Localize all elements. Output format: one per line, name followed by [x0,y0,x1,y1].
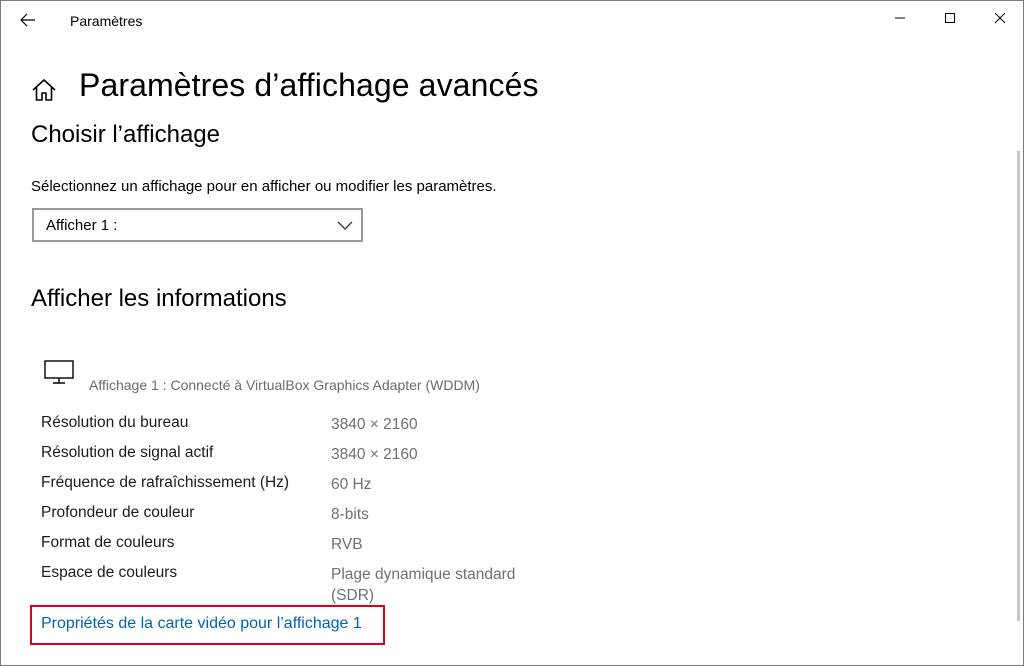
info-label: Format de couleurs [41,534,175,551]
info-row-bit-depth: Profondeur de couleur 8-bits [41,502,581,532]
info-value: 3840 × 2160 [331,416,418,433]
display-info-heading: Afficher les informations [31,285,287,312]
info-label: Fréquence de rafraîchissement (Hz) [41,474,290,491]
home-icon[interactable] [31,77,57,103]
adapter-connection-text: Affichage 1 : Connecté à VirtualBox Grap… [89,377,480,393]
close-button[interactable] [977,1,1023,35]
display-select-value: Afficher 1 : [46,217,118,234]
info-label: Résolution de signal actif [41,444,214,461]
info-row-color-format: Format de couleurs RVB [41,532,581,562]
title-bar: Paramètres [1,1,1023,39]
info-label: Espace de couleurs [41,564,178,581]
chevron-down-icon [337,221,353,230]
adapter-properties-link[interactable]: Propriétés de la carte vidéo pour l’affi… [41,615,362,633]
scrollbar[interactable] [1017,151,1020,621]
info-value: 8-bits [331,506,369,523]
settings-window: Paramètres Paramètres d’affichage avancé… [0,0,1024,666]
minimize-button[interactable] [877,1,923,35]
display-info-table: Résolution du bureau 3840 × 2160 Résolut… [41,412,581,606]
info-value: RVB [331,536,363,553]
display-select[interactable]: Afficher 1 : [32,208,363,242]
info-row-desktop-resolution: Résolution du bureau 3840 × 2160 [41,412,581,442]
maximize-button[interactable] [927,1,973,35]
back-button[interactable] [9,5,47,35]
minimize-icon [895,17,905,19]
maximize-icon [945,13,955,23]
app-title: Paramètres [70,13,143,29]
info-label: Résolution du bureau [41,414,189,431]
info-label: Profondeur de couleur [41,504,195,521]
info-row-refresh-rate: Fréquence de rafraîchissement (Hz) 60 Hz [41,472,581,502]
close-icon [994,12,1006,24]
info-value: 60 Hz [331,476,372,493]
info-row-active-signal-resolution: Résolution de signal actif 3840 × 2160 [41,442,581,472]
info-value: Plage dynamique standard (SDR) [331,566,516,604]
back-arrow-icon [20,13,35,27]
monitor-icon [44,360,74,384]
choose-display-heading: Choisir l’affichage [31,121,220,148]
info-row-color-space: Espace de couleurs Plage dynamique stand… [41,562,581,606]
info-value: 3840 × 2160 [331,446,418,463]
page-title: Paramètres d’affichage avancés [79,67,539,103]
choose-display-description: Sélectionnez un affichage pour en affich… [31,178,497,195]
